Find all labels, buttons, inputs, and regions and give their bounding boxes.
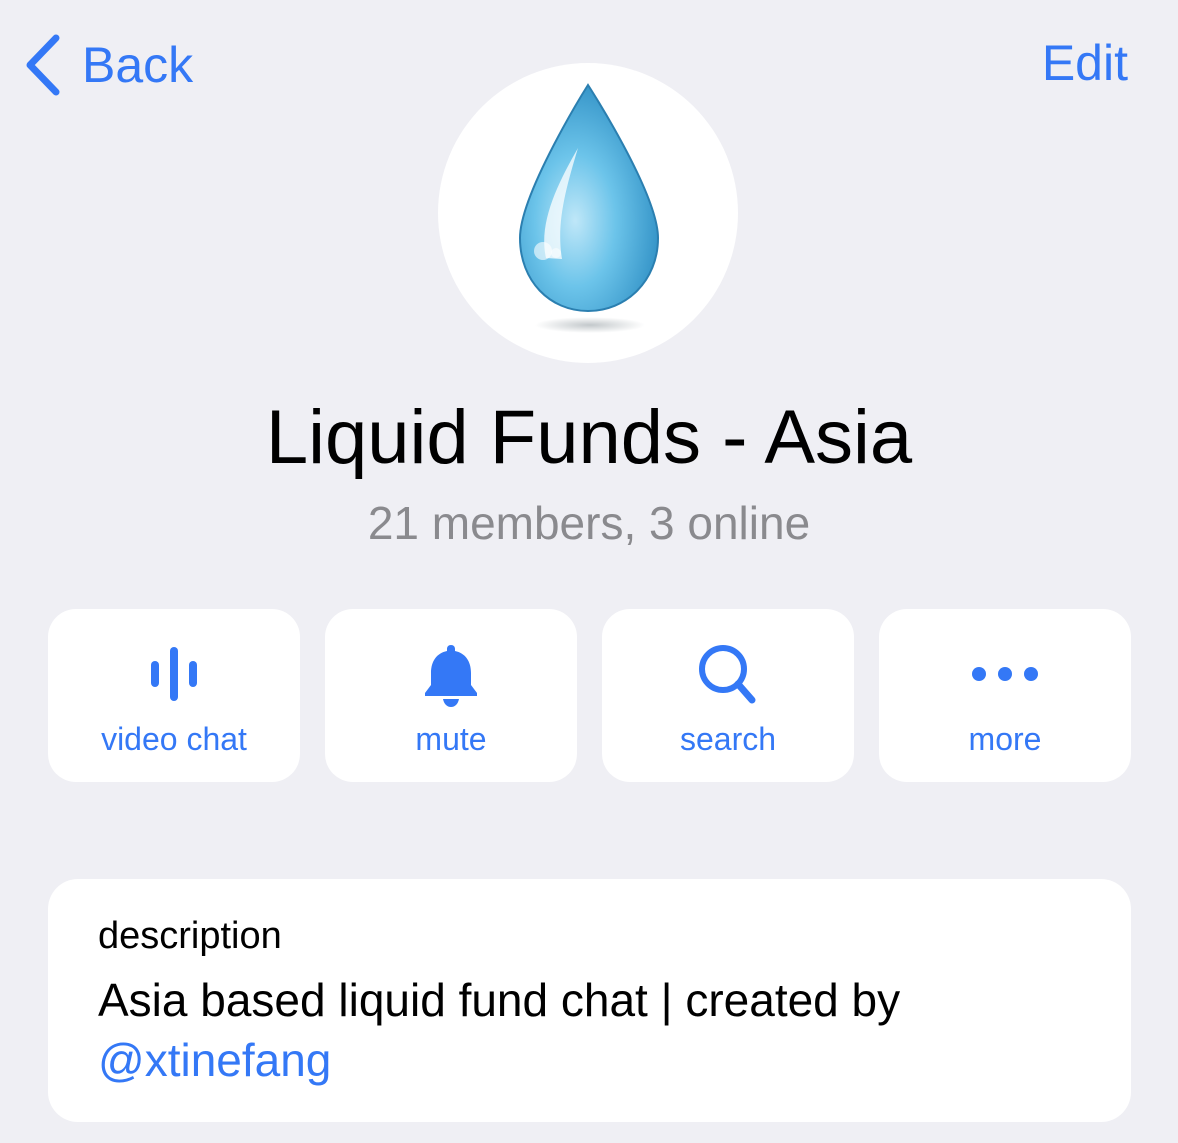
ellipsis-icon xyxy=(972,667,1038,681)
group-title: Liquid Funds - Asia xyxy=(265,395,913,480)
water-drop-icon xyxy=(518,83,660,333)
mute-button[interactable]: mute xyxy=(325,609,577,782)
action-buttons-row: video chat mute search more xyxy=(48,609,1131,782)
group-avatar[interactable] xyxy=(438,63,738,363)
back-label: Back xyxy=(82,37,194,93)
search-label: search xyxy=(679,721,777,757)
bell-icon xyxy=(425,645,477,707)
description-text: Asia based liquid fund chat | created by xyxy=(98,974,901,1026)
search-button[interactable]: search xyxy=(602,609,854,782)
voice-wave-icon xyxy=(151,647,197,701)
more-button[interactable]: more xyxy=(879,609,1131,782)
group-member-status: 21 members, 3 online xyxy=(367,497,811,549)
creator-username-link[interactable]: @xtinefang xyxy=(98,1037,331,1083)
edit-button[interactable]: Edit xyxy=(1042,38,1128,88)
video-chat-label: video chat xyxy=(101,721,247,757)
back-button[interactable]: Back xyxy=(20,30,193,100)
search-icon xyxy=(699,645,756,704)
video-chat-button[interactable]: video chat xyxy=(48,609,300,782)
more-label: more xyxy=(968,721,1042,757)
mute-label: mute xyxy=(415,721,487,757)
chevron-left-icon xyxy=(26,34,60,96)
description-heading: description xyxy=(98,915,282,957)
description-card: description Asia based liquid fund chat … xyxy=(48,879,1131,1122)
